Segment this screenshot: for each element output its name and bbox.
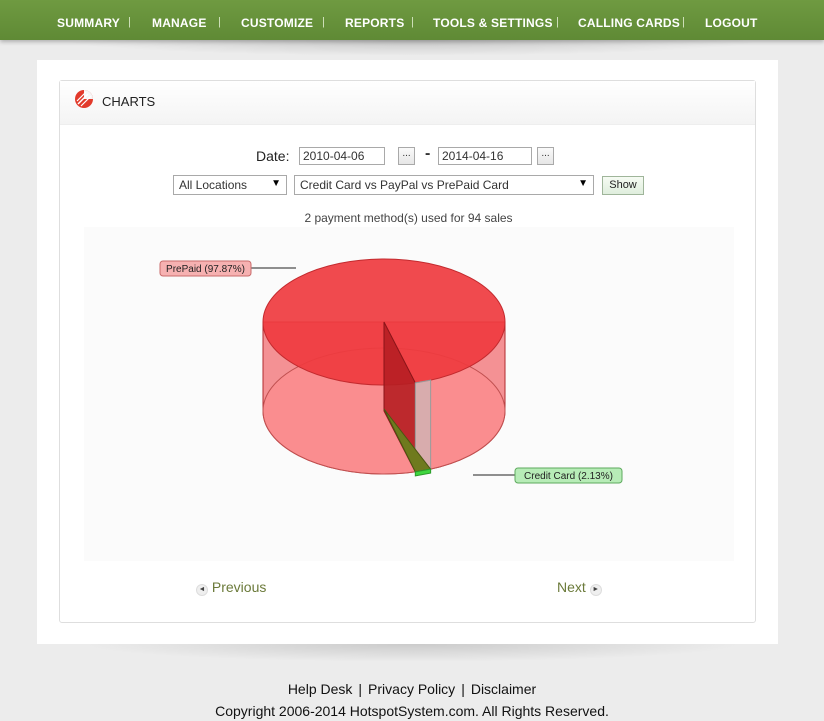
copyright-text: Copyright 2006-2014 HotspotSystem.com. A…: [215, 703, 609, 719]
chart-area: PrePaid (97.87%) Credit Card (2.13%): [84, 227, 734, 561]
location-select[interactable]: All Locations ▼: [173, 175, 287, 195]
nav-separator: |: [682, 16, 685, 28]
date-to-picker-button[interactable]: ...: [537, 147, 554, 165]
nav-manage[interactable]: Manage: [152, 16, 207, 30]
pie-chart-icon: [75, 90, 93, 108]
nav-separator: |: [411, 16, 414, 28]
nav-shadow: [60, 40, 764, 56]
top-navigation: Summary | Manage | Customize | Reports |…: [0, 0, 824, 40]
panel-shadow: [80, 644, 744, 662]
footer-links: Help Desk | Privacy Policy | Disclaimer: [0, 681, 824, 697]
nav-separator: |: [218, 16, 221, 28]
prepaid-label-text: PrePaid (97.87%): [166, 264, 245, 275]
nav-separator: |: [128, 16, 131, 28]
nav-calling-cards[interactable]: Calling Cards: [578, 16, 680, 30]
pie-chart: PrePaid (97.87%) Credit Card (2.13%): [159, 258, 623, 484]
previous-link[interactable]: ◄ Previous: [196, 579, 266, 596]
page-title: CHARTS: [102, 94, 156, 109]
nav-reports[interactable]: Reports: [345, 16, 404, 30]
chart-summary: 2 payment method(s) used for 94 sales: [304, 211, 513, 225]
nav-tools-settings[interactable]: Tools & Settings: [433, 16, 553, 30]
charts-card: CHARTS Date: 2010-04-06 ... - 2014-04-16…: [59, 80, 756, 623]
date-from-picker-button[interactable]: ...: [398, 147, 415, 165]
previous-label: Previous: [211, 579, 267, 595]
main-panel: CHARTS Date: 2010-04-06 ... - 2014-04-16…: [37, 60, 778, 644]
next-label: Next: [557, 579, 586, 595]
disclaimer-link[interactable]: Disclaimer: [471, 681, 536, 697]
nav-logout[interactable]: Logout: [705, 16, 758, 30]
date-from-input[interactable]: 2010-04-06: [299, 147, 385, 165]
card-header: CHARTS: [60, 81, 755, 125]
privacy-policy-link[interactable]: Privacy Policy: [368, 681, 455, 697]
date-range-dash: -: [425, 145, 431, 162]
dropdown-arrow-icon: ▼: [271, 178, 281, 189]
report-select[interactable]: Credit Card vs PayPal vs PrePaid Card ▼: [294, 175, 594, 195]
report-select-value: Credit Card vs PayPal vs PrePaid Card: [300, 178, 509, 192]
help-desk-link[interactable]: Help Desk: [288, 681, 353, 697]
nav-separator: |: [556, 16, 559, 28]
location-select-value: All Locations: [179, 178, 248, 192]
date-to-input[interactable]: 2014-04-16: [438, 147, 532, 165]
nav-separator: |: [322, 16, 325, 28]
next-link[interactable]: Next ►: [557, 579, 602, 596]
next-arrow-icon: ►: [589, 584, 602, 596]
date-label: Date:: [256, 148, 290, 164]
credit-card-label-text: Credit Card (2.13%): [524, 471, 613, 482]
dropdown-arrow-icon: ▼: [578, 178, 588, 189]
footer-separator: |: [358, 681, 363, 697]
footer-separator: |: [461, 681, 465, 697]
previous-arrow-icon: ◄: [196, 584, 208, 596]
show-button[interactable]: Show: [602, 176, 644, 195]
nav-customize[interactable]: Customize: [241, 16, 313, 30]
nav-summary[interactable]: Summary: [57, 16, 120, 30]
